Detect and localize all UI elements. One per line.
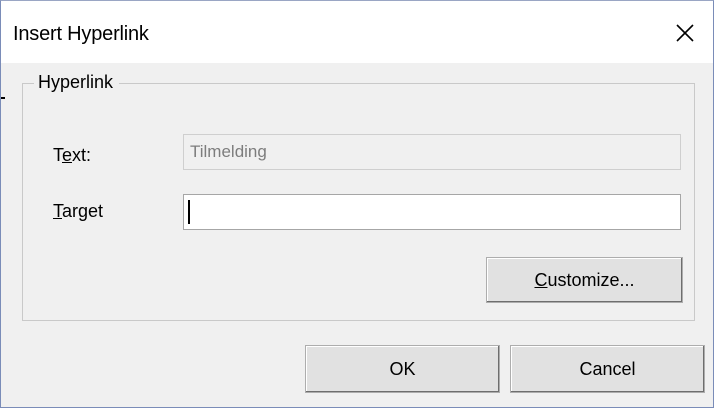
- text-caret: [188, 200, 190, 224]
- text-field[interactable]: Tilmelding: [183, 134, 681, 170]
- close-icon: [676, 24, 694, 42]
- customize-label-rest: ustomize...: [547, 269, 635, 290]
- ok-button[interactable]: OK: [305, 345, 500, 393]
- text-label-suffix: xt:: [72, 145, 92, 165]
- ok-button-label: OK: [389, 358, 416, 379]
- customize-button-label: Customize...: [534, 270, 634, 291]
- target-label: Target: [53, 201, 103, 222]
- target-field[interactable]: [183, 194, 681, 230]
- customize-mnemonic: C: [534, 269, 548, 290]
- text-label: Text:: [53, 145, 91, 166]
- text-label-prefix: T: [53, 145, 62, 165]
- groupbox-legend: Hyperlink: [34, 72, 120, 93]
- cancel-button[interactable]: Cancel: [510, 345, 705, 393]
- cancel-button-label: Cancel: [579, 358, 636, 379]
- text-label-mnemonic: e: [62, 145, 73, 165]
- insert-hyperlink-dialog: Insert Hyperlink Hyperlink Text: Tilmeld…: [0, 0, 714, 408]
- close-button[interactable]: [667, 15, 703, 51]
- edge-mark: [1, 97, 5, 99]
- customize-button[interactable]: Customize...: [486, 257, 683, 303]
- text-field-value: Tilmelding: [190, 142, 267, 161]
- target-label-mnemonic: T: [53, 201, 62, 221]
- title-bar[interactable]: Insert Hyperlink: [1, 1, 713, 63]
- window-title: Insert Hyperlink: [13, 23, 149, 45]
- target-label-suffix: arget: [62, 201, 104, 221]
